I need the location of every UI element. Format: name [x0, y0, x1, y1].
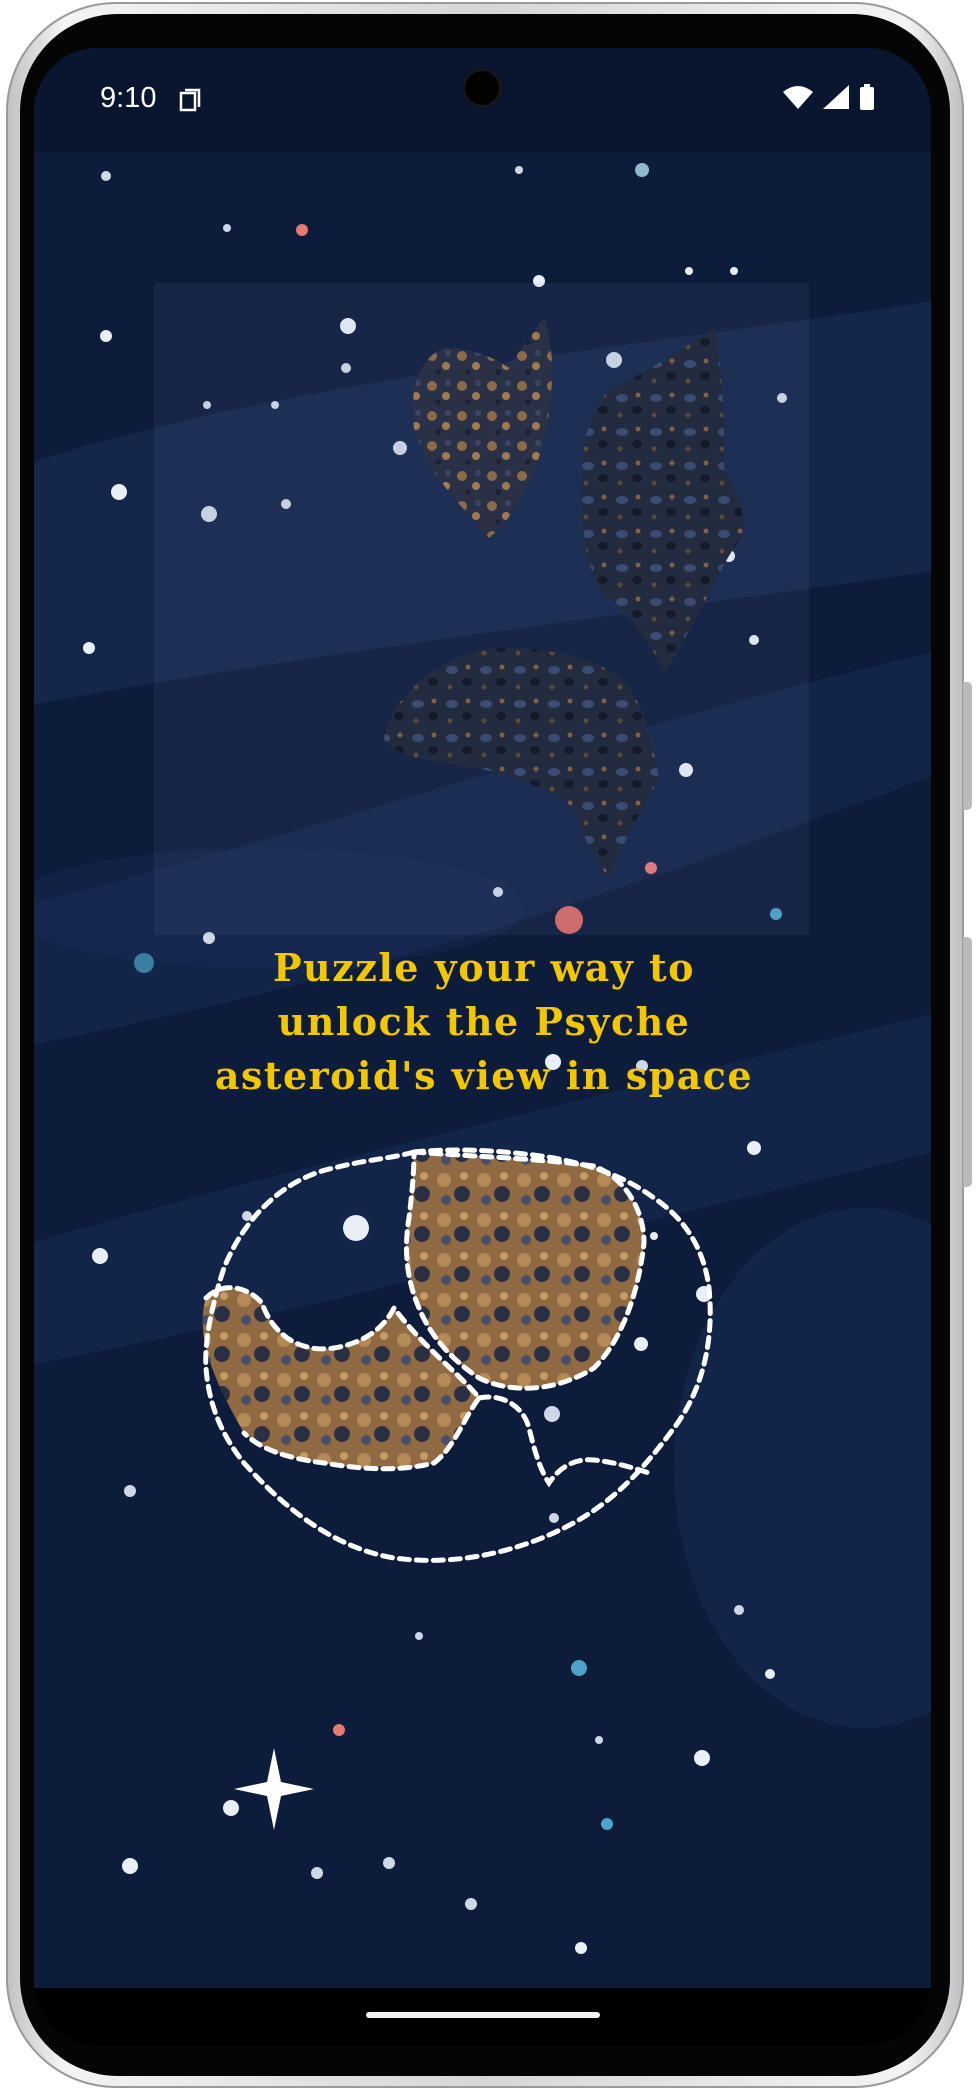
volume-button: [963, 937, 972, 1187]
navigation-bar: [34, 1988, 931, 2046]
home-gesture-handle[interactable]: [366, 2012, 600, 2018]
puzzle-piece-loose-3[interactable]: [384, 648, 659, 878]
status-time: 9:10: [100, 82, 157, 114]
headline-line-3: asteroid's view in space: [214, 1053, 754, 1098]
power-button: [963, 682, 972, 810]
front-camera: [462, 68, 502, 108]
app-screen: 9:10 Puzzle your way to unlock the Psych…: [34, 48, 931, 2046]
headline-line-1: Puzzle your way to: [272, 945, 696, 990]
puzzle-piece-loose-2[interactable]: [581, 328, 744, 673]
status-bar: 9:10: [34, 48, 931, 152]
wifi-icon: [783, 86, 813, 109]
sim-card-icon: [179, 88, 201, 112]
cellular-signal-icon: [823, 85, 849, 109]
headline: Puzzle your way to unlock the Psyche ast…: [94, 941, 874, 1103]
puzzle-piece-loose-1[interactable]: [412, 318, 553, 538]
headline-line-2: unlock the Psyche: [277, 999, 691, 1044]
battery-icon: [860, 84, 874, 110]
